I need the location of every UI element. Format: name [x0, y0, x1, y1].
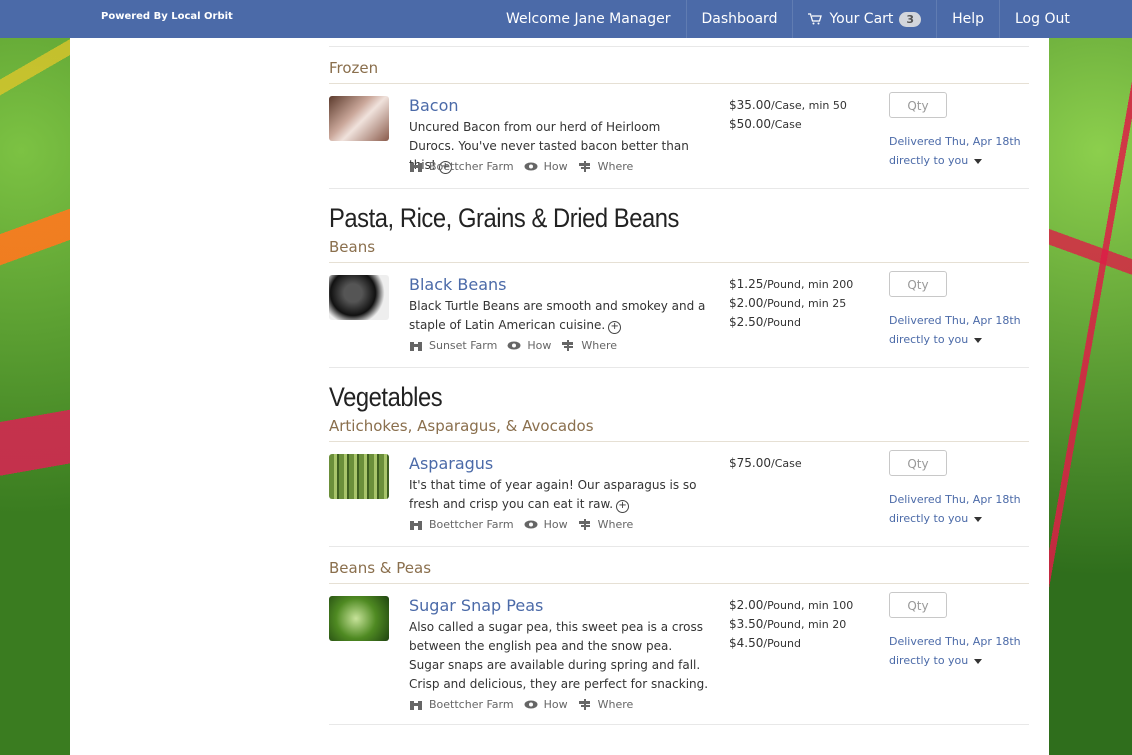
signpost-icon — [578, 519, 590, 530]
product-image[interactable] — [329, 596, 389, 641]
product-name[interactable]: Bacon — [409, 96, 459, 115]
signpost-icon — [578, 161, 590, 172]
product-image[interactable] — [329, 454, 389, 499]
eye-icon — [524, 700, 538, 709]
help-link[interactable]: Help — [936, 0, 999, 38]
qty-input[interactable]: Qty — [889, 271, 947, 297]
cart-link[interactable]: Your Cart 3 — [792, 0, 936, 38]
subcategory-title: Beans — [329, 238, 376, 256]
cart-label: Your Cart — [829, 11, 894, 27]
where-link[interactable]: Where — [581, 339, 617, 352]
subcategory-title: Beans & Peas — [329, 559, 432, 577]
eye-icon — [524, 520, 538, 529]
farm-link[interactable]: Boettcher Farm — [429, 518, 514, 531]
subcategory-title: Frozen — [329, 59, 379, 77]
category-title: Vegetables — [329, 382, 443, 412]
qty-input[interactable]: Qty — [889, 92, 947, 118]
where-link[interactable]: Where — [598, 698, 634, 711]
delivery-info[interactable]: Delivered Thu, Apr 18th directly to you — [889, 490, 1021, 528]
qty-input[interactable]: Qty — [889, 592, 947, 618]
how-link[interactable]: How — [527, 339, 551, 352]
background-left — [0, 0, 70, 755]
product-prices: $1.25/Pound, min 200 $2.00/Pound, min 25… — [729, 277, 854, 329]
farm-link[interactable]: Boettcher Farm — [429, 160, 514, 173]
farm-link[interactable]: Sunset Farm — [429, 339, 497, 352]
caret-down-icon — [974, 516, 983, 522]
product-name[interactable]: Black Beans — [409, 275, 506, 294]
category-title: Pasta, Rice, Grains & Dried Beans — [329, 203, 679, 233]
plus-circle-icon[interactable]: + — [616, 500, 630, 513]
caret-down-icon — [974, 158, 983, 164]
caret-down-icon — [974, 658, 983, 664]
how-link[interactable]: How — [544, 698, 568, 711]
eye-icon — [524, 162, 538, 171]
product-name[interactable]: Asparagus — [409, 454, 493, 473]
plus-circle-icon[interactable]: + — [608, 321, 622, 334]
qty-input[interactable]: Qty — [889, 450, 947, 476]
top-nav: Powered By Local Orbit Welcome Jane Mana… — [0, 0, 1132, 38]
binoculars-icon — [410, 342, 422, 351]
where-link[interactable]: Where — [598, 518, 634, 531]
signpost-icon — [578, 699, 590, 710]
product-row: Sugar Snap Peas Also called a sugar pea,… — [329, 584, 1029, 725]
nav-menu: Welcome Jane Manager Dashboard Your Cart… — [491, 0, 1085, 38]
logout-link[interactable]: Log Out — [998, 0, 1085, 38]
delivery-info[interactable]: Delivered Thu, Apr 18th directly to you — [889, 132, 1021, 170]
delivery-info[interactable]: Delivered Thu, Apr 18th directly to you — [889, 632, 1021, 670]
subcategory-title: Artichokes, Asparagus, & Avocados — [329, 417, 594, 435]
product-row: Bacon Uncured Bacon from our herd of Hei… — [329, 84, 1029, 189]
signpost-icon — [562, 340, 574, 351]
product-row: Asparagus It's that time of year again! … — [329, 442, 1029, 547]
product-prices: $75.00/Case — [729, 456, 802, 470]
product-meta: Boettcher Farm How Where — [409, 518, 643, 531]
product-meta: Sunset Farm How Where — [409, 339, 627, 352]
product-meta: Boettcher Farm How Where — [409, 698, 643, 711]
binoculars-icon — [410, 163, 422, 172]
product-description: Also called a sugar pea, this sweet pea … — [409, 620, 709, 691]
binoculars-icon — [410, 521, 422, 530]
product-prices: $2.00/Pound, min 100 $3.50/Pound, min 20… — [729, 598, 854, 650]
welcome-link[interactable]: Welcome Jane Manager — [491, 0, 686, 38]
product-catalog: Frozen Bacon Uncured Bacon from our herd… — [329, 46, 1029, 725]
product-image[interactable] — [329, 96, 389, 141]
cart-count-badge: 3 — [899, 11, 922, 27]
product-image[interactable] — [329, 275, 389, 320]
product-prices: $35.00/Case, min 50 $50.00/Case — [729, 98, 847, 131]
caret-down-icon — [974, 337, 983, 343]
how-link[interactable]: How — [544, 518, 568, 531]
eye-icon — [507, 341, 521, 350]
product-meta: Boettcher Farm How Where — [409, 160, 643, 173]
where-link[interactable]: Where — [598, 160, 634, 173]
brand: Powered By Local Orbit — [101, 11, 233, 22]
product-description: It's that time of year again! Our aspara… — [409, 478, 697, 513]
binoculars-icon — [410, 701, 422, 710]
product-name[interactable]: Sugar Snap Peas — [409, 596, 543, 615]
background-right — [1049, 0, 1132, 755]
how-link[interactable]: How — [544, 160, 568, 173]
delivery-info[interactable]: Delivered Thu, Apr 18th directly to you — [889, 311, 1021, 349]
product-description: Black Turtle Beans are smooth and smokey… — [409, 299, 706, 334]
dashboard-link[interactable]: Dashboard — [685, 0, 793, 38]
product-row: Black Beans Black Turtle Beans are smoot… — [329, 263, 1029, 368]
cart-icon — [808, 13, 823, 25]
farm-link[interactable]: Boettcher Farm — [429, 698, 514, 711]
